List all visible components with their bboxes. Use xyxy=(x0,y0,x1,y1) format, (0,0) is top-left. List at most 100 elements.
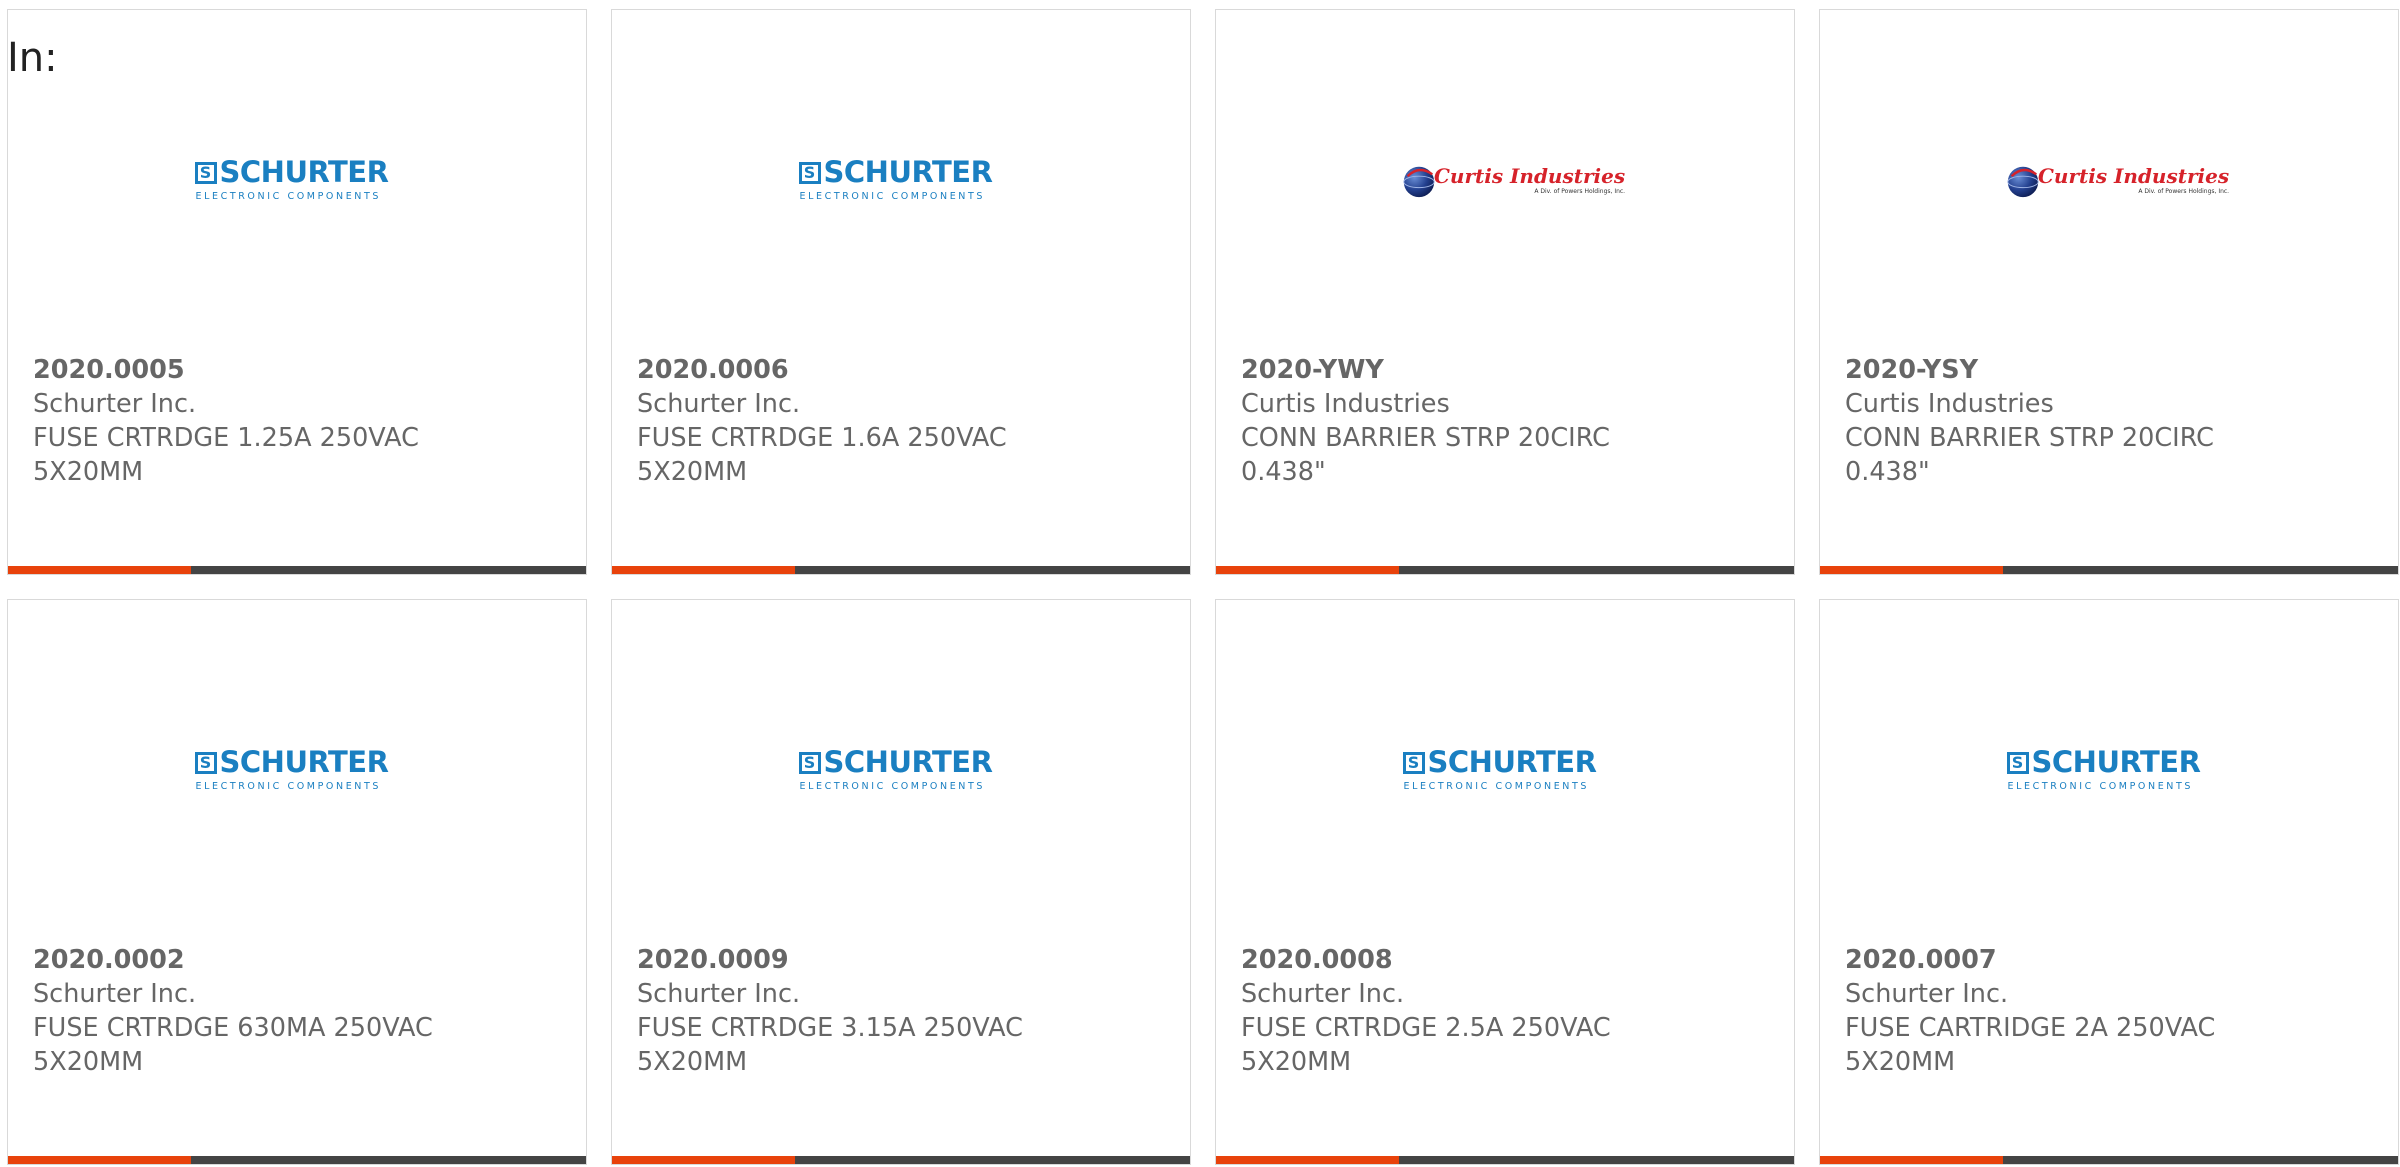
schurter-logo-top: S SCHURTER xyxy=(194,745,389,779)
product-info: 2020.0007 Schurter Inc. FUSE CARTRIDGE 2… xyxy=(1845,943,2285,1079)
schurter-tagline: ELECTRONIC COMPONENTS xyxy=(799,781,986,792)
manufacturer-logo[interactable]: S SCHURTER ELECTRONIC COMPONENTS xyxy=(8,150,586,210)
card-bar-rest xyxy=(795,1156,1190,1164)
product-description: FUSE CRTRDGE 3.15A 250VAC 5X20MM xyxy=(637,1013,1023,1077)
schurter-tagline: ELECTRONIC COMPONENTS xyxy=(195,191,382,202)
manufacturer-logo[interactable]: S SCHURTER ELECTRONIC COMPONENTS xyxy=(1820,740,2398,800)
product-info: 2020-YSY Curtis Industries CONN BARRIER … xyxy=(1845,353,2285,489)
card-bar-rest xyxy=(1399,1156,1794,1164)
schurter-wordmark: SCHURTER xyxy=(823,745,993,779)
product-info: 2020-YWY Curtis Industries CONN BARRIER … xyxy=(1241,353,1681,489)
card-bottom-bar xyxy=(612,1156,1190,1164)
product-description: FUSE CARTRIDGE 2A 250VAC 5X20MM xyxy=(1845,1013,2216,1077)
product-card-1[interactable]: S SCHURTER ELECTRONIC COMPONENTS 2020.0006… xyxy=(611,9,1191,575)
part-number[interactable]: 2020.0005 xyxy=(33,353,473,387)
card-bar-accent xyxy=(1820,1156,2003,1164)
schurter-logo: S SCHURTER ELECTRONIC COMPONENTS xyxy=(194,155,400,202)
product-info: 2020.0005 Schurter Inc. FUSE CRTRDGE 1.2… xyxy=(33,353,473,489)
curtis-text: Curtis Industries A Div. of Powers Holdin… xyxy=(2038,166,2229,195)
manufacturer-name: Schurter Inc. xyxy=(1241,979,1405,1009)
part-number[interactable]: 2020.0008 xyxy=(1241,943,1681,977)
card-bar-accent xyxy=(612,1156,795,1164)
card-bottom-bar xyxy=(1216,1156,1794,1164)
part-number[interactable]: 2020-YWY xyxy=(1241,353,1681,387)
manufacturer-logo[interactable]: S SCHURTER ELECTRONIC COMPONENTS xyxy=(8,740,586,800)
card-bar-accent xyxy=(8,566,191,574)
schurter-wordmark: SCHURTER xyxy=(823,155,993,189)
card-bar-rest xyxy=(2003,566,2398,574)
card-bar-accent xyxy=(1820,566,2003,574)
manufacturer-name: Schurter Inc. xyxy=(33,979,197,1009)
schurter-logo-top: S SCHURTER xyxy=(1402,745,1597,779)
product-description: CONN BARRIER STRP 20CIRC 0.438" xyxy=(1845,423,2214,487)
part-number[interactable]: 2020.0006 xyxy=(637,353,1077,387)
card-bar-accent xyxy=(1216,566,1399,574)
schurter-mark-icon: S xyxy=(1402,751,1425,774)
manufacturer-name: Schurter Inc. xyxy=(637,389,801,419)
manufacturer-logo[interactable]: S SCHURTER ELECTRONIC COMPONENTS xyxy=(612,150,1190,210)
schurter-mark-icon: S xyxy=(798,751,821,774)
curtis-globe-icon xyxy=(1403,166,1435,198)
part-number[interactable]: 2020.0007 xyxy=(1845,943,2285,977)
card-bottom-bar xyxy=(612,566,1190,574)
schurter-wordmark: SCHURTER xyxy=(219,745,389,779)
product-card-7[interactable]: S SCHURTER ELECTRONIC COMPONENTS 2020.0007… xyxy=(1819,599,2399,1165)
product-description: CONN BARRIER STRP 20CIRC 0.438" xyxy=(1241,423,1610,487)
schurter-tagline: ELECTRONIC COMPONENTS xyxy=(195,781,382,792)
schurter-mark-icon: S xyxy=(194,751,217,774)
curtis-wordmark: Curtis Industries xyxy=(2038,163,2230,188)
product-description: FUSE CRTRDGE 1.6A 250VAC 5X20MM xyxy=(637,423,1007,487)
schurter-tagline: ELECTRONIC COMPONENTS xyxy=(799,191,986,202)
product-card-5[interactable]: S SCHURTER ELECTRONIC COMPONENTS 2020.0009… xyxy=(611,599,1191,1165)
part-number[interactable]: 2020.0009 xyxy=(637,943,1077,977)
product-description: FUSE CRTRDGE 1.25A 250VAC 5X20MM xyxy=(33,423,419,487)
card-bar-rest xyxy=(1399,566,1794,574)
curtis-logo: Curtis Industries A Div. of Powers Holdin… xyxy=(1400,161,1625,199)
product-card-6[interactable]: S SCHURTER ELECTRONIC COMPONENTS 2020.0008… xyxy=(1215,599,1795,1165)
manufacturer-logo[interactable]: Curtis Industries A Div. of Powers Holdin… xyxy=(1216,150,1794,210)
product-info: 2020.0009 Schurter Inc. FUSE CRTRDGE 3.1… xyxy=(637,943,1077,1079)
schurter-logo: S SCHURTER ELECTRONIC COMPONENTS xyxy=(798,745,1004,792)
curtis-tagline: A Div. of Powers Holdings, Inc. xyxy=(1534,187,1626,195)
schurter-logo: S SCHURTER ELECTRONIC COMPONENTS xyxy=(1402,745,1608,792)
card-bar-accent xyxy=(8,1156,191,1164)
part-number[interactable]: 2020.0002 xyxy=(33,943,473,977)
schurter-tagline: ELECTRONIC COMPONENTS xyxy=(2007,781,2194,792)
manufacturer-name: Schurter Inc. xyxy=(33,389,197,419)
product-grid: S SCHURTER ELECTRONIC COMPONENTS 2020.0005… xyxy=(7,9,2399,1165)
product-card-0[interactable]: S SCHURTER ELECTRONIC COMPONENTS 2020.0005… xyxy=(7,9,587,575)
card-bar-rest xyxy=(191,1156,586,1164)
schurter-mark-icon: S xyxy=(194,161,217,184)
curtis-wordmark: Curtis Industries xyxy=(1434,163,1626,188)
manufacturer-logo[interactable]: S SCHURTER ELECTRONIC COMPONENTS xyxy=(612,740,1190,800)
card-bar-accent xyxy=(612,566,795,574)
curtis-text: Curtis Industries A Div. of Powers Holdin… xyxy=(1434,166,1625,195)
card-bar-rest xyxy=(191,566,586,574)
card-bar-accent xyxy=(1216,1156,1399,1164)
product-card-4[interactable]: S SCHURTER ELECTRONIC COMPONENTS 2020.0002… xyxy=(7,599,587,1165)
schurter-wordmark: SCHURTER xyxy=(219,155,389,189)
schurter-logo-top: S SCHURTER xyxy=(798,745,993,779)
card-bottom-bar xyxy=(8,1156,586,1164)
manufacturer-logo[interactable]: S SCHURTER ELECTRONIC COMPONENTS xyxy=(1216,740,1794,800)
product-info: 2020.0006 Schurter Inc. FUSE CRTRDGE 1.6… xyxy=(637,353,1077,489)
product-info: 2020.0008 Schurter Inc. FUSE CRTRDGE 2.5… xyxy=(1241,943,1681,1079)
card-bottom-bar xyxy=(1216,566,1794,574)
product-card-2[interactable]: Curtis Industries A Div. of Powers Holdin… xyxy=(1215,9,1795,575)
schurter-logo-top: S SCHURTER xyxy=(194,155,389,189)
product-card-3[interactable]: Curtis Industries A Div. of Powers Holdin… xyxy=(1819,9,2399,575)
part-number[interactable]: 2020-YSY xyxy=(1845,353,2285,387)
manufacturer-logo[interactable]: Curtis Industries A Div. of Powers Holdin… xyxy=(1820,150,2398,210)
product-results-page: In: S SCHURTER ELECTRONIC COMPONENTS 2020.… xyxy=(0,0,2400,1167)
curtis-logo: Curtis Industries A Div. of Powers Holdin… xyxy=(2004,161,2229,199)
schurter-wordmark: SCHURTER xyxy=(1427,745,1597,779)
card-bottom-bar xyxy=(1820,566,2398,574)
schurter-mark-icon: S xyxy=(798,161,821,184)
manufacturer-name: Curtis Industries xyxy=(1241,389,1450,419)
card-bottom-bar xyxy=(8,566,586,574)
card-bottom-bar xyxy=(1820,1156,2398,1164)
in-filter-label: In: xyxy=(7,35,58,81)
schurter-logo-top: S SCHURTER xyxy=(2006,748,2201,777)
product-description: FUSE CRTRDGE 2.5A 250VAC 5X20MM xyxy=(1241,1013,1611,1077)
card-bar-rest xyxy=(795,566,1190,574)
